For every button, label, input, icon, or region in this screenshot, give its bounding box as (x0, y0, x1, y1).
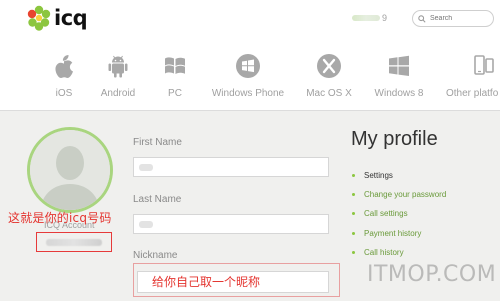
avatar[interactable] (27, 127, 113, 213)
apple-icon (48, 50, 80, 82)
user-fragment: 9 (382, 13, 388, 23)
search-icon (418, 14, 426, 23)
platform-label: Windows 8 (374, 88, 424, 99)
last-name-label: Last Name (133, 194, 182, 205)
user-account-link[interactable]: 9 (352, 12, 394, 24)
nickname-annotation: 给你自己取一个昵称 (152, 275, 261, 289)
platform-label: PC (168, 88, 182, 99)
platform-label: Other platfo (446, 88, 499, 99)
menu-item-payment-history[interactable]: Payment history (352, 224, 500, 243)
icq-number-annotation: 这就是你的icq号码 (8, 211, 112, 225)
blurred-value (139, 221, 153, 228)
blurred-username (352, 15, 380, 21)
android-icon (102, 50, 134, 82)
menu-item-label: Change your password (364, 190, 447, 200)
platform-ios[interactable]: iOS (48, 50, 80, 106)
top-bar: icq 9 (0, 0, 500, 38)
menu-item-call-history[interactable]: Call history (352, 243, 500, 262)
platform-windows-phone[interactable]: Windows Phone (210, 50, 286, 106)
menu-item-label: Payment history (364, 228, 422, 238)
search-box[interactable] (412, 10, 494, 27)
bullet-icon (352, 212, 355, 216)
bullet-icon (352, 174, 355, 178)
mac-x-icon (313, 50, 345, 82)
site-watermark: ITMOP.COM (367, 262, 497, 287)
menu-item-label: Call settings (364, 209, 408, 219)
menu-item-settings[interactable]: Settings (352, 166, 500, 185)
platform-label: Android (100, 88, 136, 99)
platform-label: Windows Phone (211, 88, 285, 99)
windows8-icon (383, 50, 415, 82)
bullet-icon (352, 250, 355, 254)
platform-pc[interactable]: PC (157, 50, 193, 106)
platform-mac-os-x[interactable]: Mac OS X (305, 50, 353, 106)
default-avatar-icon (30, 130, 110, 210)
icq-number-value (46, 238, 102, 246)
bullet-icon (352, 193, 355, 197)
windows-phone-icon (232, 50, 264, 82)
platform-windows-8[interactable]: Windows 8 (371, 50, 427, 106)
bullet-icon (352, 231, 355, 235)
platform-label: iOS (55, 88, 73, 99)
platform-label: Mac OS X (306, 88, 352, 99)
icq-number-highlight (36, 232, 112, 252)
first-name-label: First Name (133, 137, 182, 148)
menu-item-label: Call history (364, 247, 404, 257)
platforms-nav: iOS Android PC Windows Phone Mac OS X Wi… (0, 38, 500, 110)
platform-other[interactable]: Other platfo (446, 50, 500, 106)
menu-item-label: Settings (364, 171, 393, 181)
nickname-label: Nickname (133, 250, 178, 261)
icq-flower-icon (27, 5, 51, 31)
last-name-field[interactable] (133, 214, 329, 234)
devices-icon (468, 50, 500, 82)
page-title: My profile (351, 128, 438, 150)
profile-menu: Settings Change your password Call setti… (352, 166, 500, 262)
icq-logo[interactable]: icq (26, 4, 106, 32)
logo-text: icq (54, 6, 88, 30)
search-input[interactable] (430, 15, 488, 22)
blurred-value (139, 164, 153, 171)
first-name-field[interactable] (133, 157, 329, 177)
menu-item-call-settings[interactable]: Call settings (352, 204, 500, 223)
windows-flag-icon (159, 50, 191, 82)
platform-android[interactable]: Android (100, 50, 136, 106)
menu-item-change-password[interactable]: Change your password (352, 185, 500, 204)
